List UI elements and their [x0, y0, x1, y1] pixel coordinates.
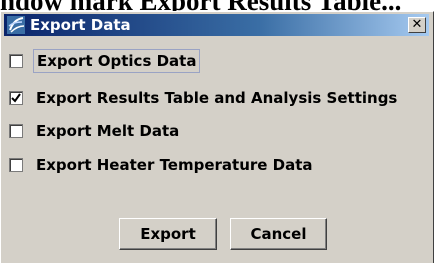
checkmark-icon [11, 93, 21, 103]
export-melt-data-label[interactable]: Export Melt Data [33, 120, 182, 142]
export-melt-data-checkbox[interactable] [9, 124, 23, 138]
option-export-heater-temperature-data[interactable]: Export Heater Temperature Data [9, 152, 316, 178]
export-heater-temperature-data-checkbox[interactable] [9, 158, 23, 172]
option-export-melt-data[interactable]: Export Melt Data [9, 118, 182, 144]
cancel-button[interactable]: Cancel [230, 218, 327, 250]
export-results-table-label[interactable]: Export Results Table and Analysis Settin… [33, 87, 400, 109]
export-optics-data-label[interactable]: Export Optics Data [33, 49, 201, 73]
java-coffee-icon [7, 16, 25, 34]
dialog-title: Export Data [30, 16, 131, 34]
export-results-table-checkbox[interactable] [9, 91, 23, 105]
title-bar[interactable]: Export Data ✕ [4, 14, 429, 36]
close-icon: ✕ [411, 17, 423, 32]
export-optics-data-checkbox[interactable] [9, 54, 23, 68]
option-export-optics-data[interactable]: Export Optics Data [9, 48, 201, 74]
export-data-dialog: Export Data ✕ Export Optics Data Export … [0, 11, 434, 263]
option-export-results-table[interactable]: Export Results Table and Analysis Settin… [9, 85, 400, 111]
export-button[interactable]: Export [119, 218, 217, 250]
export-heater-temperature-data-label[interactable]: Export Heater Temperature Data [33, 154, 316, 176]
close-button[interactable]: ✕ [408, 17, 426, 33]
